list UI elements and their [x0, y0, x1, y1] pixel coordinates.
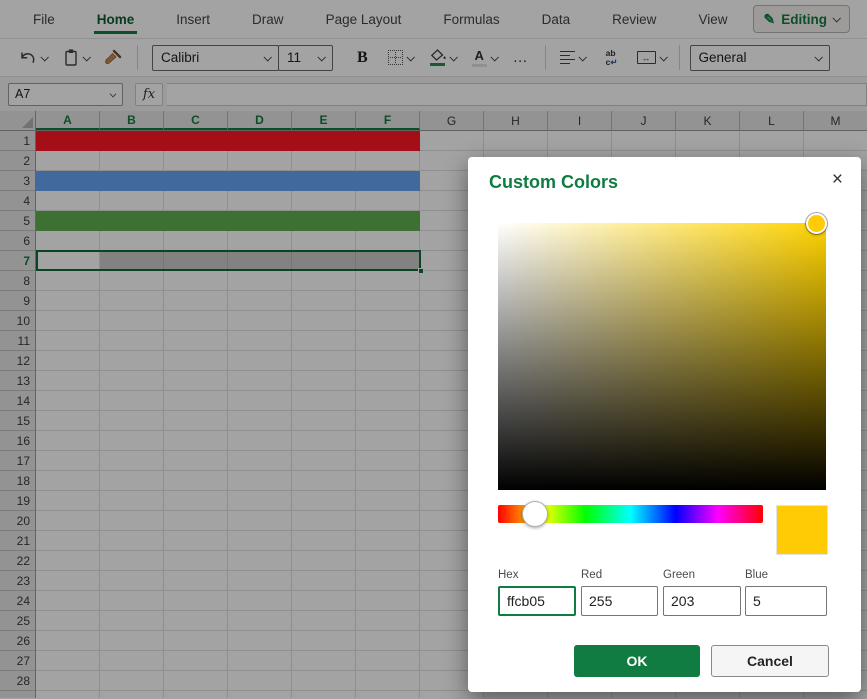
red-input[interactable] [581, 586, 658, 616]
hex-label: Hex [498, 569, 576, 581]
cancel-button[interactable]: Cancel [711, 645, 829, 677]
red-label: Red [581, 569, 658, 581]
saturation-value-picker[interactable] [498, 223, 826, 490]
green-field-group: Green [663, 569, 741, 616]
dialog-title: Custom Colors [489, 172, 618, 193]
green-label: Green [663, 569, 741, 581]
close-icon[interactable]: × [828, 165, 847, 195]
selected-color-swatch [776, 505, 828, 555]
hex-field-group: Hex [498, 569, 576, 616]
red-field-group: Red [581, 569, 658, 616]
hue-slider-thumb[interactable] [522, 501, 548, 527]
custom-colors-dialog: Custom Colors × Hex Red Green Blue OK Cance… [468, 157, 861, 692]
color-picker-thumb[interactable] [806, 213, 827, 234]
excel-web-app: FileHomeInsertDrawPage LayoutFormulasDat… [0, 0, 867, 699]
blue-input[interactable] [745, 586, 827, 616]
blue-label: Blue [745, 569, 827, 581]
ok-button[interactable]: OK [574, 645, 700, 677]
hex-input[interactable] [498, 586, 576, 616]
blue-field-group: Blue [745, 569, 827, 616]
green-input[interactable] [663, 586, 741, 616]
